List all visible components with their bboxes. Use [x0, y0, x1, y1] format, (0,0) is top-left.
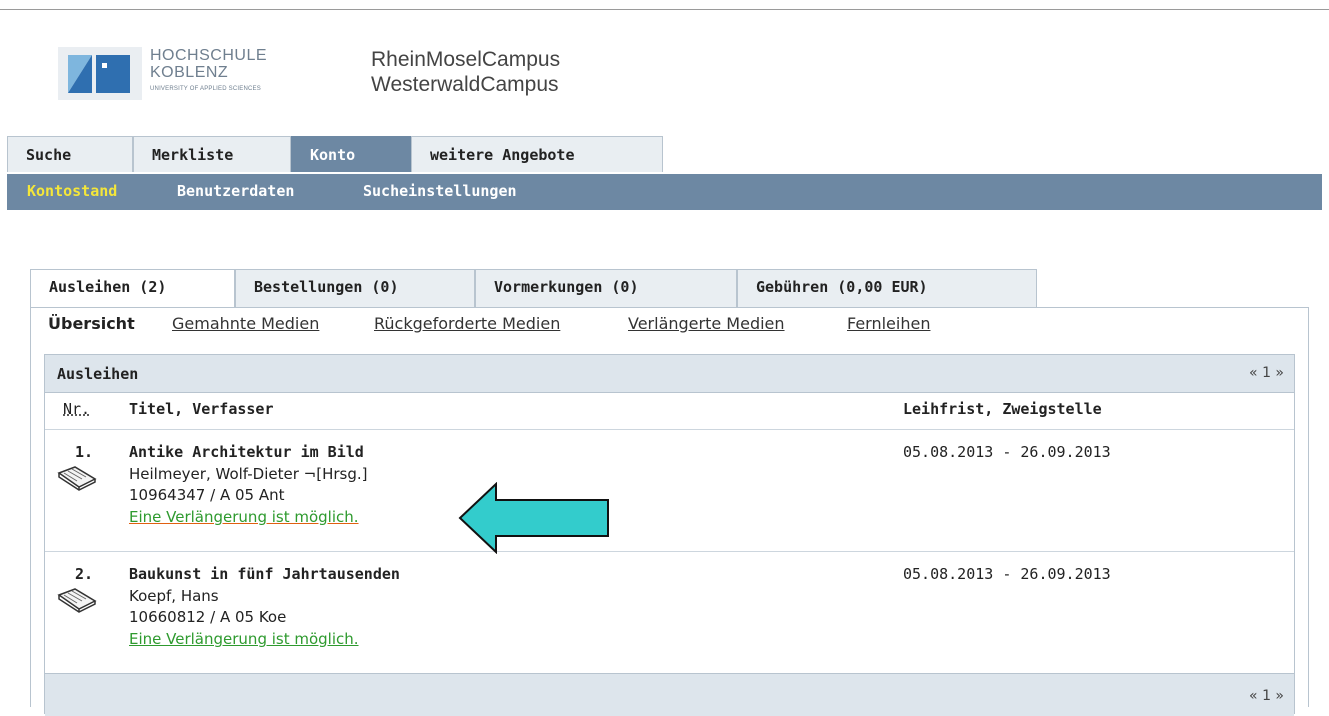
logo-text-line1: HOCHSCHULE: [150, 47, 268, 64]
item-signature: 10660812 / A 05 Koe: [129, 608, 287, 626]
top-divider: [0, 9, 1329, 10]
logo-text-line2: KOBLENZ: [150, 64, 229, 81]
tab-vormerkungen[interactable]: Vormerkungen (0): [475, 269, 737, 307]
row-separator: [45, 429, 1294, 430]
campus-line-1: RheinMoselCampus: [371, 48, 561, 71]
item-signature: 10964347 / A 05 Ant: [129, 486, 285, 504]
tab-gebuehren[interactable]: Gebühren (0,00 EUR): [737, 269, 1037, 307]
tab-konto[interactable]: Konto: [291, 136, 411, 172]
loans-table: Ausleihen « 1 » Nr. Titel, Verfasser Lei…: [44, 354, 1295, 716]
link-uebersicht[interactable]: Übersicht: [48, 314, 135, 333]
item-author: Heilmeyer, Wolf-Dieter ¬[Hrsg.]: [129, 465, 368, 483]
campus-line-2: WesterwaldCampus: [371, 73, 559, 96]
due-date: 05.08.2013 - 26.09.2013: [903, 565, 1111, 583]
subnav-benutzerdaten[interactable]: Benutzerdaten: [177, 182, 294, 200]
due-date: 05.08.2013 - 26.09.2013: [903, 443, 1111, 461]
loans-table-header: Ausleihen « 1 »: [45, 355, 1294, 393]
link-verlaengerte-medien[interactable]: Verlängerte Medien: [628, 314, 785, 333]
column-nr: Nr.: [63, 400, 91, 418]
subnav-kontostand[interactable]: Kontostand: [27, 182, 117, 200]
book-icon: [57, 588, 97, 613]
item-title[interactable]: Baukunst in fünf Jahrtausenden: [129, 565, 400, 583]
university-logo[interactable]: HOCHSCHULE KOBLENZ UNIVERSITY OF APPLIED…: [52, 42, 292, 104]
link-fernleihen[interactable]: Fernleihen: [847, 314, 930, 333]
row-number: 2.: [75, 565, 94, 583]
pager-bottom[interactable]: « 1 »: [1249, 688, 1284, 704]
column-due: Leihfrist, Zweigstelle: [903, 400, 1102, 418]
tab-bestellungen[interactable]: Bestellungen (0): [235, 269, 475, 307]
logo-mark-icon: [58, 47, 142, 100]
campus-names: RheinMoselCampus WesterwaldCampus: [371, 47, 560, 97]
link-gemahnte-medien[interactable]: Gemahnte Medien: [172, 314, 319, 333]
subnav-sucheinstellungen[interactable]: Sucheinstellungen: [363, 182, 517, 200]
book-icon: [57, 466, 97, 491]
tab-suche[interactable]: Suche: [7, 136, 133, 172]
pager-top[interactable]: « 1 »: [1249, 365, 1284, 381]
logo-text-line3: UNIVERSITY OF APPLIED SCIENCES: [150, 86, 261, 92]
item-author: Koepf, Hans: [129, 587, 219, 605]
renew-link[interactable]: Eine Verlängerung ist möglich.: [129, 508, 359, 526]
column-title: Titel, Verfasser: [129, 400, 274, 418]
link-rueckgeforderte-medien[interactable]: Rückgeforderte Medien: [374, 314, 560, 333]
loans-table-title: Ausleihen: [57, 365, 139, 383]
annotation-arrow-icon: [458, 482, 609, 554]
tab-weitere-angebote[interactable]: weitere Angebote: [411, 136, 663, 172]
row-separator: [45, 551, 1294, 552]
item-title[interactable]: Antike Architektur im Bild: [129, 443, 364, 461]
tab-merkliste[interactable]: Merkliste: [133, 136, 291, 172]
tab-ausleihen[interactable]: Ausleihen (2): [30, 269, 235, 308]
sub-navigation: Kontostand Benutzerdaten Sucheinstellung…: [7, 174, 1322, 210]
row-number: 1.: [75, 443, 94, 461]
renew-link[interactable]: Eine Verlängerung ist möglich.: [129, 630, 359, 648]
